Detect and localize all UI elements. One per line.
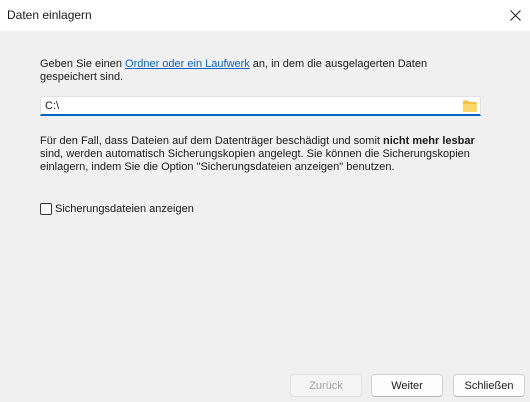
window-title: Daten einlagern [7,8,92,22]
close-icon [509,9,521,21]
info-bold: nicht mehr lesbar [383,135,475,147]
browse-folder-button[interactable] [462,99,478,113]
info-text: Für den Fall, dass Dateien auf dem Daten… [40,135,490,174]
description-text: Geben Sie einen Ordner oder ein Laufwerk… [40,58,480,84]
show-backups-option[interactable]: Sicherungsdateien anzeigen [40,203,194,215]
next-button[interactable]: Weiter [371,374,443,397]
title-bar: Daten einlagern [0,0,530,31]
path-field [40,96,481,116]
show-backups-checkbox[interactable] [40,203,52,215]
description-prefix: Geben Sie einen [40,58,126,70]
show-backups-label: Sicherungsdateien anzeigen [55,203,194,215]
folder-icon [463,100,477,112]
info-part1: Für den Fall, dass Dateien auf dem Daten… [40,135,384,147]
dialog-window: Daten einlagern Geben Sie einen Ordner o… [0,0,530,402]
close-button[interactable] [500,0,530,30]
path-input[interactable] [45,98,455,113]
folder-or-drive-link[interactable]: Ordner oder ein Laufwerk [125,58,250,70]
back-button[interactable]: Zurück [290,374,362,397]
close-dialog-button[interactable]: Schließen [453,374,525,397]
info-part2: sind, werden automatisch Sicherungskopie… [40,148,470,173]
